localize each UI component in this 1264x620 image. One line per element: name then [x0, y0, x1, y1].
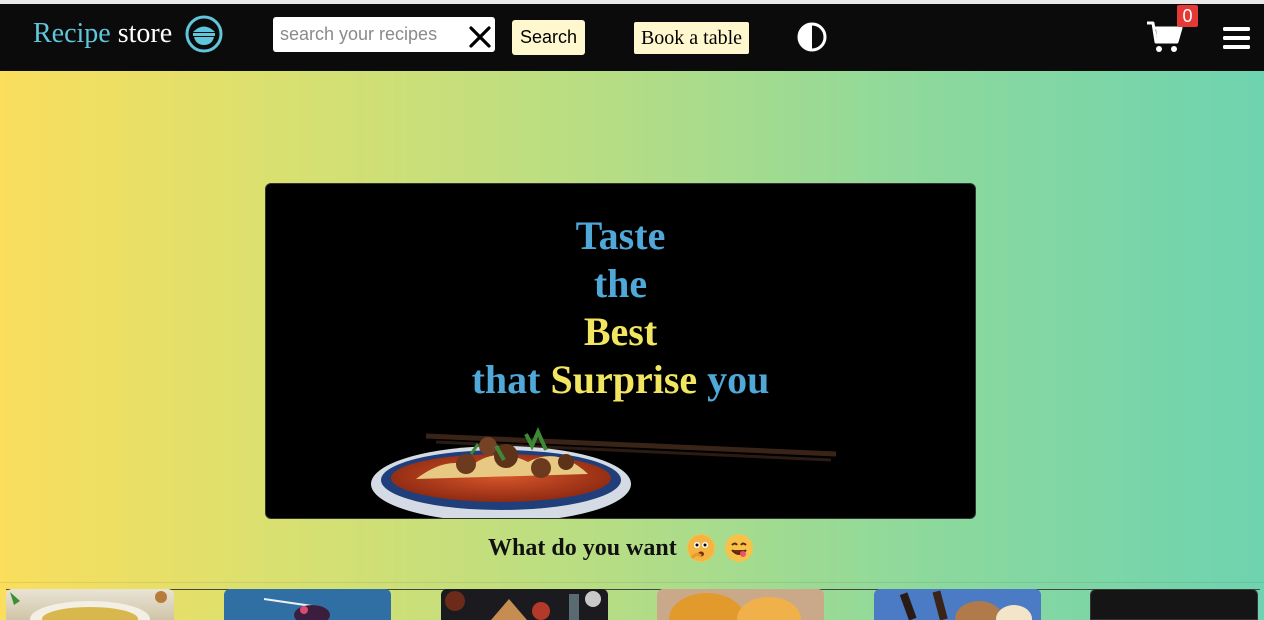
recipe-image-5	[899, 590, 1032, 620]
hamburger-menu-icon[interactable]	[1223, 26, 1250, 50]
hero-line-1: Taste	[575, 213, 666, 258]
hero-line-2: the	[593, 261, 648, 306]
recipe-card-4[interactable]	[657, 589, 824, 620]
book-table-button[interactable]: Book a table	[634, 22, 749, 54]
hero-word-surprise: Surprise	[550, 357, 698, 402]
hero-heading: Taste the Best that Surprise you	[266, 212, 975, 404]
brand-recipe: Recipe	[33, 18, 111, 49]
prompt-text: What do you want	[488, 534, 677, 561]
bowl-logo-icon[interactable]	[185, 15, 223, 53]
recipe-card-2[interactable]	[224, 589, 391, 620]
recipe-cards-row	[6, 589, 1260, 620]
half-circle-theme-icon[interactable]	[796, 21, 828, 53]
recipe-card-5[interactable]	[874, 589, 1041, 620]
hero-line-3: Best	[583, 309, 658, 354]
thinking-face-emoji	[686, 534, 715, 562]
search-button[interactable]: Search	[512, 20, 585, 55]
recipe-card-3[interactable]	[441, 589, 608, 620]
recipe-card-1[interactable]	[6, 589, 174, 620]
recipe-image-1	[10, 591, 167, 620]
search-input[interactable]	[273, 17, 461, 52]
recipe-card-6[interactable]	[1090, 589, 1258, 620]
hero-banner: Taste the Best that Surprise you	[265, 183, 976, 519]
section-prompt: What do you want	[488, 530, 753, 566]
search-box	[273, 17, 495, 52]
yummy-face-emoji	[724, 534, 753, 562]
hero-line-4: that Surprise you	[266, 356, 975, 404]
cart-count-badge: 0	[1177, 5, 1198, 27]
hero-word-you: you	[707, 357, 770, 402]
close-icon[interactable]	[468, 25, 492, 49]
section-divider	[0, 582, 1264, 583]
recipe-image-2	[263, 598, 330, 620]
hero-word-that: that	[471, 357, 541, 402]
recipe-image-3	[445, 591, 601, 620]
brand-store: store	[117, 18, 173, 49]
recipe-image-4	[669, 593, 801, 620]
brand-logo-text[interactable]: Recipe store	[33, 14, 172, 54]
